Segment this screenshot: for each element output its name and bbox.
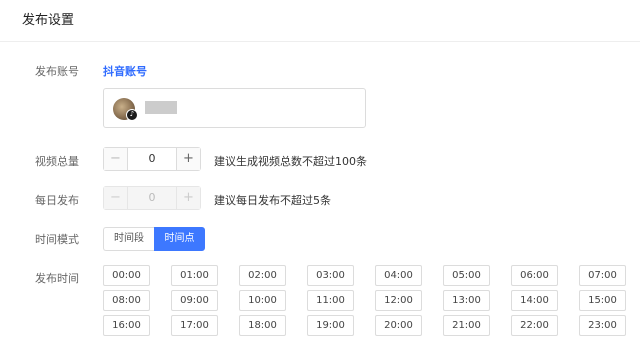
daily-publish-label: 每日发布 xyxy=(35,194,79,207)
daily-publish-stepper: − 0 + xyxy=(103,186,201,210)
time-slot-0900[interactable]: 09:00 xyxy=(171,290,218,311)
time-slot-0700[interactable]: 07:00 xyxy=(579,265,626,286)
time-slot-1200[interactable]: 12:00 xyxy=(375,290,422,311)
time-slot-1600[interactable]: 16:00 xyxy=(103,315,150,336)
daily-publish-hint: 建议每日发布不超过5条 xyxy=(214,194,331,207)
time-slot-0100[interactable]: 01:00 xyxy=(171,265,218,286)
time-slot-2000[interactable]: 20:00 xyxy=(375,315,422,336)
video-total-input[interactable]: 0 xyxy=(128,148,176,170)
daily-publish-increment-button[interactable]: + xyxy=(176,187,200,209)
time-slot-2100[interactable]: 21:00 xyxy=(443,315,490,336)
time-slot-1800[interactable]: 18:00 xyxy=(239,315,286,336)
time-slot-2300[interactable]: 23:00 xyxy=(579,315,626,336)
time-slot-1900[interactable]: 19:00 xyxy=(307,315,354,336)
video-total-label: 视频总量 xyxy=(35,155,79,168)
time-slot-0600[interactable]: 06:00 xyxy=(511,265,558,286)
time-slot-2200[interactable]: 22:00 xyxy=(511,315,558,336)
time-slot-1400[interactable]: 14:00 xyxy=(511,290,558,311)
time-slot-0300[interactable]: 03:00 xyxy=(307,265,354,286)
video-total-decrement-button[interactable]: − xyxy=(104,148,128,170)
time-slot-1300[interactable]: 13:00 xyxy=(443,290,490,311)
time-slot-0800[interactable]: 08:00 xyxy=(103,290,150,311)
video-total-hint: 建议生成视频总数不超过100条 xyxy=(214,155,367,168)
time-slot-1700[interactable]: 17:00 xyxy=(171,315,218,336)
time-slot-0400[interactable]: 04:00 xyxy=(375,265,422,286)
time-mode-label: 时间模式 xyxy=(35,233,79,246)
account-platform-link[interactable]: 抖音账号 xyxy=(103,63,147,79)
tiktok-icon: ♪ xyxy=(126,109,138,121)
daily-publish-input[interactable]: 0 xyxy=(128,187,176,209)
time-slot-1500[interactable]: 15:00 xyxy=(579,290,626,311)
time-slot-1000[interactable]: 10:00 xyxy=(239,290,286,311)
time-slot-0500[interactable]: 05:00 xyxy=(443,265,490,286)
video-total-stepper: − 0 + xyxy=(103,147,201,171)
time-mode-option-point[interactable]: 时间点 xyxy=(154,227,205,251)
account-label: 发布账号 xyxy=(35,65,79,78)
time-slot-0200[interactable]: 02:00 xyxy=(239,265,286,286)
time-mode-option-range[interactable]: 时间段 xyxy=(103,227,154,251)
time-slot-0000[interactable]: 00:00 xyxy=(103,265,150,286)
time-mode-toggle: 时间段 时间点 xyxy=(103,227,205,251)
account-name-redacted xyxy=(145,101,177,114)
publish-time-label: 发布时间 xyxy=(35,272,79,285)
account-card[interactable]: ♪ xyxy=(103,88,366,128)
time-slot-1100[interactable]: 11:00 xyxy=(307,290,354,311)
daily-publish-decrement-button[interactable]: − xyxy=(104,187,128,209)
header: 发布设置 xyxy=(0,0,640,42)
page-title: 发布设置 xyxy=(22,13,75,28)
video-total-increment-button[interactable]: + xyxy=(176,148,200,170)
